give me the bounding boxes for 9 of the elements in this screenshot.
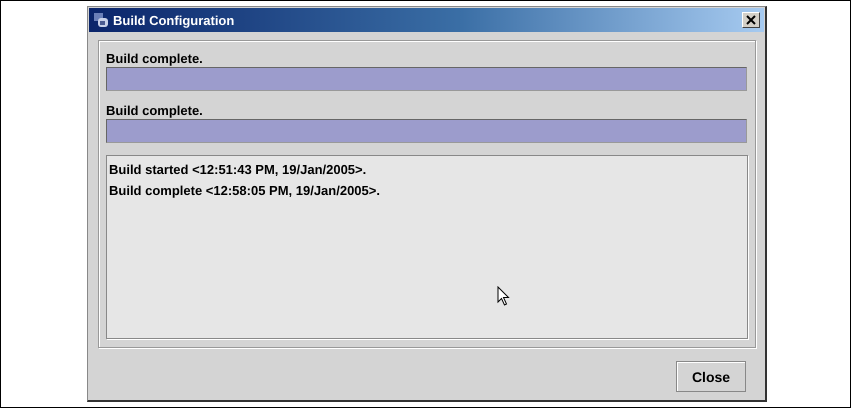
window-title: Build Configuration xyxy=(113,12,236,28)
close-icon[interactable] xyxy=(742,12,760,28)
progress-label: Build complete. xyxy=(106,103,204,119)
log-line: Build complete <12:58:05 PM, 19/Jan/2005>. xyxy=(109,182,380,200)
app-icon xyxy=(93,12,109,28)
close-button[interactable]: Close xyxy=(676,361,746,392)
log-line: Build started <12:51:43 PM, 19/Jan/2005>. xyxy=(109,161,366,179)
progress-label: Build complete. xyxy=(106,51,204,67)
mouse-pointer-icon xyxy=(497,286,510,306)
